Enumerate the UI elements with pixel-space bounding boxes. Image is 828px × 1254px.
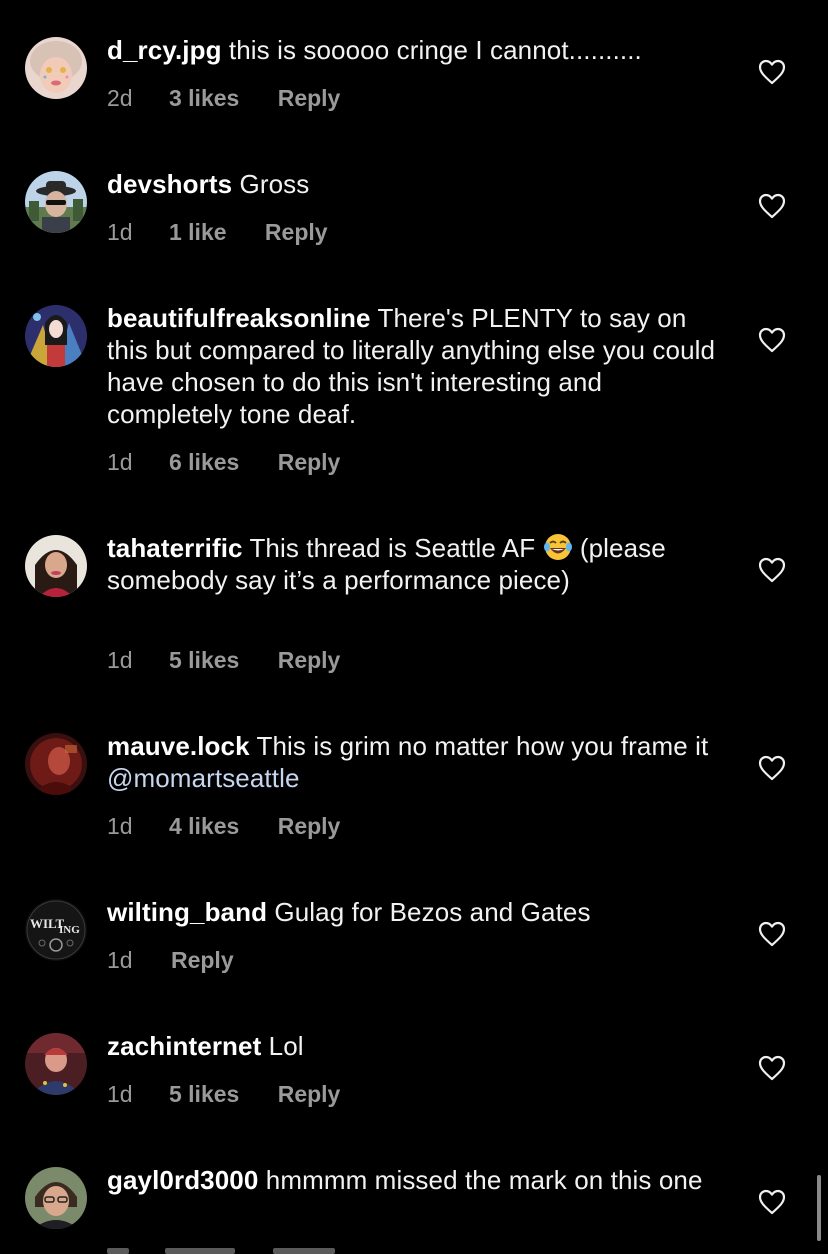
comment-text: gayl0rd3000 hmmmm missed the mark on thi…: [107, 1164, 717, 1196]
comment-likes[interactable]: 6 likes: [169, 448, 239, 476]
reply-button[interactable]: Reply: [278, 1080, 341, 1108]
heart-icon[interactable]: [758, 1055, 786, 1081]
reply-button[interactable]: Reply: [278, 84, 341, 112]
comment-body: This thread is Seattle AF: [249, 533, 536, 563]
reply-button[interactable]: Reply: [278, 812, 341, 840]
avatar[interactable]: [25, 37, 87, 99]
comment-body: This is grim no matter how you frame it: [256, 731, 709, 761]
comment-text: devshorts Gross: [107, 168, 717, 200]
comment-time: 2d: [107, 85, 133, 111]
heart-icon[interactable]: [758, 1189, 786, 1215]
comment-body: this is sooooo cringe I cannot..........: [228, 35, 642, 65]
comment-likes[interactable]: 4 likes: [169, 812, 239, 840]
comment-username[interactable]: devshorts: [107, 169, 232, 199]
comment-text: d_rcy.jpg this is sooooo cringe I cannot…: [107, 34, 717, 66]
comment-meta: 1d 5 likes Reply: [107, 646, 340, 674]
avatar[interactable]: [25, 171, 87, 233]
heart-icon[interactable]: [758, 193, 786, 219]
comment-username[interactable]: mauve.lock: [107, 731, 250, 761]
comment-meta: 2d 3 likes Reply: [107, 84, 340, 112]
scrollbar[interactable]: [817, 1175, 821, 1241]
comment-time: 1d: [107, 449, 133, 475]
comment-text: zachinternet Lol: [107, 1030, 717, 1062]
avatar-logo-text: ING: [59, 924, 80, 936]
comment-meta: 1d 6 likes Reply: [107, 448, 340, 476]
avatar[interactable]: [25, 733, 87, 795]
comment-time: 1d: [107, 219, 133, 245]
reply-button[interactable]: Reply: [265, 218, 328, 246]
reply-button[interactable]: Reply: [171, 946, 234, 974]
comment-time: 1d: [107, 947, 133, 973]
heart-icon[interactable]: [758, 755, 786, 781]
comment-username[interactable]: gayl0rd3000: [107, 1165, 258, 1195]
reply-button[interactable]: Reply: [278, 448, 341, 476]
reply-button[interactable]: Reply: [278, 646, 341, 674]
heart-icon[interactable]: [758, 59, 786, 85]
avatar[interactable]: WILT ING: [25, 899, 87, 961]
comment-body: Lol: [268, 1031, 304, 1061]
heart-icon[interactable]: [758, 327, 786, 353]
comment-text: mauve.lock This is grim no matter how yo…: [107, 730, 717, 794]
avatar[interactable]: [25, 535, 87, 597]
comment-body: Gross: [239, 169, 310, 199]
comment-likes[interactable]: 3 likes: [169, 84, 239, 112]
comment-text: wilting_band Gulag for Bezos and Gates: [107, 896, 717, 928]
heart-icon[interactable]: [758, 557, 786, 583]
comment-body: Gulag for Bezos and Gates: [274, 897, 591, 927]
comment-meta-cutoff: [107, 1240, 407, 1254]
heart-icon[interactable]: [758, 921, 786, 947]
mention-link[interactable]: @momartseattle: [107, 763, 300, 793]
comment-username[interactable]: tahaterrific: [107, 533, 243, 563]
comment-username[interactable]: wilting_band: [107, 897, 267, 927]
comment-username[interactable]: d_rcy.jpg: [107, 35, 222, 65]
comment-username[interactable]: zachinternet: [107, 1031, 261, 1061]
laughing-emoji-icon: [543, 532, 573, 562]
comment-meta: 1d Reply: [107, 946, 234, 974]
comment-meta: 1d 1 like Reply: [107, 218, 328, 246]
avatar[interactable]: [25, 1033, 87, 1095]
avatar[interactable]: [25, 1167, 87, 1229]
comment-likes[interactable]: 1 like: [169, 218, 227, 246]
avatar[interactable]: [25, 305, 87, 367]
comment-username[interactable]: beautifulfreaksonline: [107, 303, 371, 333]
comment-time: 1d: [107, 813, 133, 839]
comment-likes[interactable]: 5 likes: [169, 646, 239, 674]
comment-likes[interactable]: 5 likes: [169, 1080, 239, 1108]
comment-meta: 1d 4 likes Reply: [107, 812, 340, 840]
comment-time: 1d: [107, 647, 133, 673]
comment-meta: 1d 5 likes Reply: [107, 1080, 340, 1108]
comment-body: hmmmm missed the mark on this one: [265, 1165, 703, 1195]
comment-text: tahaterrific This thread is Seattle AF (…: [107, 532, 717, 596]
comment-time: 1d: [107, 1081, 133, 1107]
comment-text: beautifulfreaksonline There's PLENTY to …: [107, 302, 717, 430]
